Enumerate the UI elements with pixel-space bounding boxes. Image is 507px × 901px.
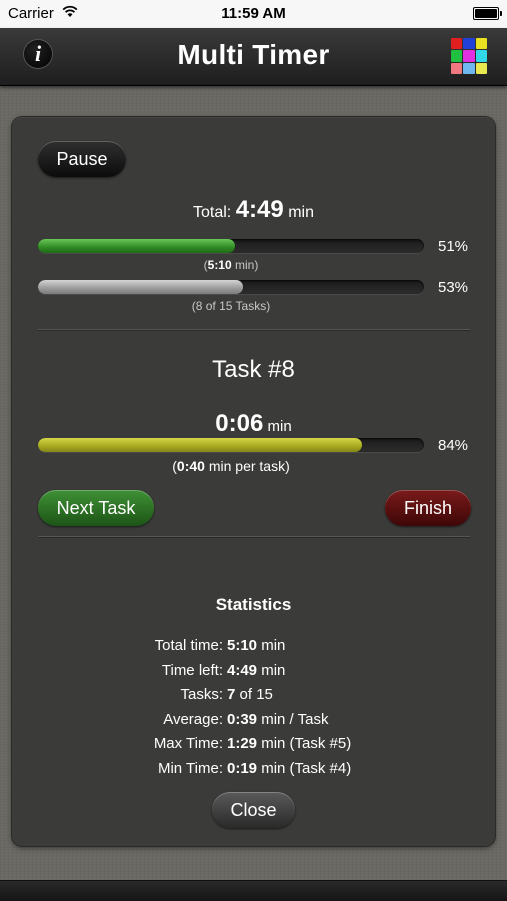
page-title: Multi Timer <box>177 39 330 70</box>
battery-icon <box>473 7 502 20</box>
statistics-value-suffix: min (Task #4) <box>261 759 352 777</box>
statistics-label: Max Time: <box>153 735 223 752</box>
statistics-value-number: 5:10 <box>227 637 258 654</box>
task-time: 0:06 <box>215 410 264 437</box>
total-time: 4:49 <box>235 196 284 223</box>
clock: 11:59 AM <box>221 5 286 22</box>
statistics-row: Average: 0:39 min / Task <box>12 711 495 731</box>
bottom-toolbar <box>0 880 507 901</box>
statistics-value: 0:39 min / Task <box>227 711 328 728</box>
statistics-value: 7 of 15 <box>227 686 273 703</box>
total-time-detail-value: 5:10 <box>207 258 232 272</box>
color-grid-cell <box>451 50 463 62</box>
statistics-label: Time left: <box>161 661 223 679</box>
statistics-value-number: 1:29 <box>227 735 258 752</box>
color-grid-cell <box>451 62 463 74</box>
nav-bar: i Multi Timer <box>0 28 507 86</box>
color-grid-cell <box>475 38 487 50</box>
statistics-title: Statistics <box>215 595 292 614</box>
statistics-value-number: 4:49 <box>227 661 258 679</box>
per-task-detail: (0:40 min per task) <box>172 458 290 474</box>
tasks-detail: (8 of 15 Tasks) <box>191 299 271 313</box>
timer-panel: Pause Total: 4:49 min 51% (5:10 min) 53%… <box>12 117 495 846</box>
total-unit: min <box>288 204 314 221</box>
statistics-value-suffix: of 15 <box>239 686 273 703</box>
total-time-detail: (5:10 min) <box>203 258 259 272</box>
color-grid-cell <box>463 50 475 62</box>
tasks-progress-fill <box>38 280 243 294</box>
statistics-row: Tasks: 7 of 15 <box>12 686 495 706</box>
statistics-value: 1:29 min (Task #5) <box>227 735 351 752</box>
statistics-row: Time left: 4:49 min <box>12 662 495 682</box>
total-label: Total: <box>193 204 232 221</box>
color-grid-cell <box>463 62 475 74</box>
divider <box>38 329 470 330</box>
statistics-value-suffix: min / Task <box>261 710 329 728</box>
statistics-row: Min Time: 0:19 min (Task #4) <box>12 760 495 780</box>
task-time-unit: min <box>267 418 292 435</box>
next-task-button[interactable]: Next Task <box>38 490 154 526</box>
total-time-progress-fill <box>38 239 235 253</box>
total-time-line: Total: 4:49 min <box>12 196 495 224</box>
statistics-row: Max Time: 1:29 min (Task #5) <box>12 735 495 755</box>
statistics-value-suffix: min <box>261 661 286 679</box>
statistics-label: Min Time: <box>157 759 223 777</box>
current-task-title: Task #8 <box>212 356 295 383</box>
total-time-progress-bar <box>38 239 424 253</box>
task-progress-fill <box>38 438 363 452</box>
pause-button[interactable]: Pause <box>38 141 126 177</box>
tasks-percent: 53% <box>438 279 469 296</box>
statistics-value-number: 0:19 <box>227 759 258 777</box>
statistics-value-suffix: min (Task #5) <box>261 735 352 752</box>
statistics-value: 5:10 min <box>227 637 285 654</box>
statistics-label: Total time: <box>154 637 223 654</box>
per-task-text: min per task) <box>208 458 290 474</box>
statistics-value-number: 0:39 <box>227 710 258 728</box>
divider <box>38 536 470 537</box>
color-grid-cell <box>475 50 487 62</box>
close-button[interactable]: Close <box>212 792 295 828</box>
total-time-percent: 51% <box>438 238 469 255</box>
color-grid-cell <box>463 38 475 50</box>
statistics-value-number: 7 <box>227 686 236 703</box>
task-progress-bar <box>38 438 424 452</box>
tasks-progress-bar <box>38 280 424 294</box>
statistics-label: Average: <box>163 710 223 728</box>
per-task-value: 0:40 <box>176 458 205 474</box>
statistics-value: 0:19 min (Task #4) <box>227 760 351 777</box>
status-bar: Carrier 11:59 AM <box>0 0 507 28</box>
color-grid-icon[interactable] <box>451 38 487 74</box>
total-time-detail-unit: min <box>235 258 255 272</box>
task-percent: 84% <box>438 437 469 454</box>
color-grid-cell <box>475 62 487 74</box>
statistics-value: 4:49 min <box>227 662 285 679</box>
statistics-row: Total time: 5:10 min <box>12 637 495 657</box>
finish-button[interactable]: Finish <box>385 490 471 526</box>
task-time-line: 0:06 min <box>12 410 495 438</box>
statistics-label: Tasks: <box>180 686 223 703</box>
statistics-value-suffix: min <box>261 637 286 654</box>
color-grid-cell <box>451 38 463 50</box>
